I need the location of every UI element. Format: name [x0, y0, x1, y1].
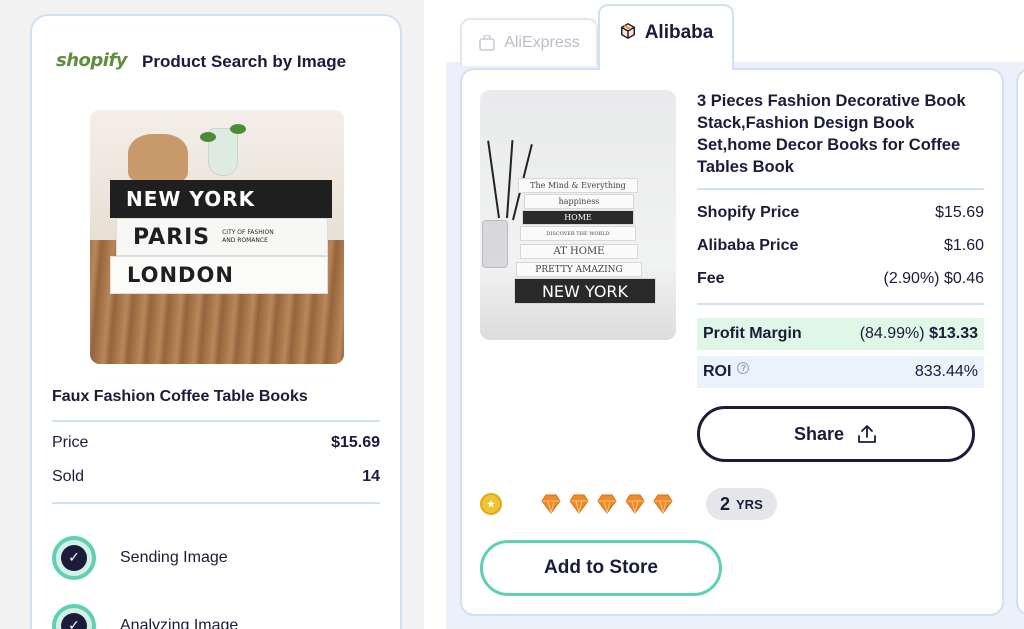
check-icon: ✓ [52, 536, 96, 580]
alibaba-icon [619, 22, 637, 40]
divider [697, 303, 984, 305]
image-diffuser-bottle [482, 220, 508, 268]
image-book: The Mind & Everything [518, 178, 638, 193]
diamond-icon [569, 494, 589, 514]
image-book: happiness [524, 194, 634, 209]
add-to-store-label: Add to Store [544, 557, 658, 578]
diamond-icon [541, 494, 561, 514]
price-value: (2.90%) $0.46 [883, 270, 984, 287]
image-book: HOME [522, 210, 634, 225]
sold-value: 14 [362, 468, 380, 485]
shopify-product-card: shopify Product Search by Image NEW YORK… [30, 14, 402, 629]
panel-title: Product Search by Image [142, 52, 347, 71]
supplier-badges: ★ 2 YRS [480, 488, 777, 520]
tab-label: Alibaba [644, 22, 714, 43]
next-result-card-edge[interactable] [1016, 68, 1024, 616]
sold-row: Sold 14 [52, 468, 380, 486]
tab-aliexpress[interactable]: AliExpress [460, 18, 598, 66]
image-book: AT HOME [520, 244, 638, 259]
check-icon: ✓ [52, 604, 96, 629]
diamond-icon [653, 494, 673, 514]
product-image: NEW YORK PARIS CITY OF FASHION AND ROMANC… [90, 110, 344, 364]
profit-label: Profit Margin [703, 325, 802, 342]
shopify-logo: shopify [56, 50, 128, 71]
aliexpress-icon [478, 34, 496, 52]
roi-label-group: ROI ? [703, 362, 750, 381]
share-button[interactable]: Share [697, 406, 975, 462]
add-to-store-button[interactable]: Add to Store [480, 540, 722, 596]
profit-percent: (84.99%) [859, 325, 925, 342]
profit-value: $13.33 [929, 325, 978, 342]
share-upload-icon [856, 423, 878, 445]
price-value: $15.69 [935, 204, 984, 221]
result-product-image: The Mind & Everything happiness HOME DIS… [480, 90, 676, 340]
tab-label: AliExpress [504, 34, 580, 51]
image-book: DISCOVER THE WORLD [520, 226, 636, 241]
years-unit: YRS [736, 496, 763, 512]
price-row: Price $15.69 [52, 434, 380, 452]
diamond-icon [625, 494, 645, 514]
step-label: Analyzing Image [120, 617, 239, 629]
price-label: Alibaba Price [697, 237, 799, 254]
tab-alibaba[interactable]: Alibaba [598, 4, 734, 70]
roi-value: 833.44% [914, 363, 978, 380]
book-new-york: NEW YORK [110, 180, 332, 218]
years-number: 2 [720, 493, 731, 514]
step-sending-image: ✓ Sending Image [52, 536, 228, 580]
price-label: Shopify Price [697, 204, 800, 221]
roi-label: ROI [703, 363, 732, 380]
image-pillow [128, 134, 188, 182]
divider [52, 502, 380, 504]
book-london: LONDON [110, 256, 328, 294]
sold-label: Sold [52, 468, 85, 485]
price-value: $15.69 [331, 434, 380, 451]
step-analyzing-image: ✓ Analyzing Image [52, 604, 238, 629]
price-label: Price [52, 434, 89, 451]
image-book: PRETTY AMAZING [516, 262, 642, 277]
fee-row: Fee (2.90%) $0.46 [697, 270, 984, 288]
image-book: NEW YORK [514, 278, 656, 304]
shopify-price-row: Shopify Price $15.69 [697, 204, 984, 222]
product-name: Faux Fashion Coffee Table Books [52, 388, 308, 405]
diamond-rating [540, 493, 680, 515]
image-leaf [200, 132, 216, 142]
price-value: $1.60 [943, 237, 984, 254]
result-title: 3 Pieces Fashion Decorative Book Stack,F… [697, 92, 966, 176]
share-label: Share [793, 423, 845, 444]
gold-supplier-icon: ★ [480, 493, 502, 515]
image-reed [506, 140, 514, 219]
book-paris: PARIS CITY OF FASHION AND ROMANCE [116, 218, 328, 256]
profit-margin-row: Profit Margin (84.99%) $13.33 [697, 318, 984, 350]
alibaba-price-row: Alibaba Price $1.60 [697, 237, 984, 255]
step-label: Sending Image [120, 549, 228, 566]
divider [52, 420, 380, 422]
image-reed [487, 140, 500, 219]
help-icon[interactable]: ? [737, 362, 750, 374]
profit-amount: (84.99%) $13.33 [860, 325, 978, 343]
divider [697, 188, 984, 190]
years-badge: 2 YRS [706, 488, 777, 520]
diamond-icon [597, 494, 617, 514]
price-label: Fee [697, 270, 725, 287]
image-leaf [230, 124, 246, 134]
roi-row: ROI ? 833.44% [697, 356, 984, 388]
